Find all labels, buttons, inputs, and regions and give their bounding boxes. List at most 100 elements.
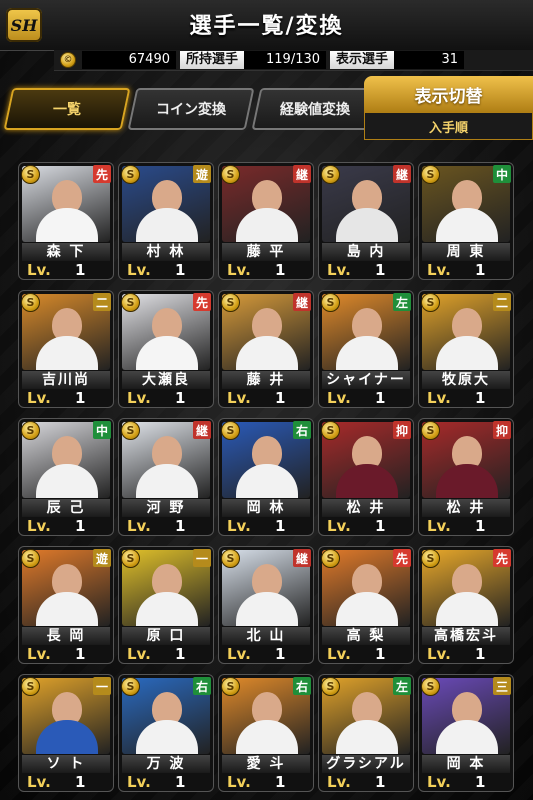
player-uniform: [236, 464, 298, 498]
sort-current: 入手順: [364, 112, 533, 140]
player-level: Lv. 1: [219, 517, 313, 535]
coin-badge-icon: S: [321, 293, 340, 312]
page-title: 選手一覧/変換: [189, 14, 344, 39]
player-level: Lv. 1: [419, 389, 513, 407]
tab-list[interactable]: 一覧: [3, 88, 131, 130]
player-uniform: [36, 592, 98, 626]
position-badge: 抑: [393, 421, 411, 439]
level-value: 1: [275, 517, 286, 535]
player-card[interactable]: S 一原 口 Lv. 1: [118, 546, 214, 664]
position-badge: 三: [493, 677, 511, 695]
player-card[interactable]: S 抑松 井 Lv. 1: [318, 418, 414, 536]
player-card[interactable]: S 先森 下 Lv. 1: [18, 162, 114, 280]
player-uniform: [336, 720, 398, 754]
player-name: 藤 井: [222, 371, 310, 389]
player-name: 松 井: [422, 499, 510, 517]
sort-switch-button[interactable]: 表示切替: [364, 76, 533, 112]
player-card[interactable]: S 先大瀬良 Lv. 1: [118, 290, 214, 408]
position-badge: 継: [293, 165, 311, 183]
tab-coin-convert[interactable]: コイン変換: [127, 88, 255, 130]
position-badge: 一: [93, 677, 111, 695]
level-label: Lv.: [327, 517, 351, 535]
player-card[interactable]: S 中辰 己 Lv. 1: [18, 418, 114, 536]
player-level: Lv. 1: [119, 389, 213, 407]
player-level: Lv. 1: [119, 645, 213, 663]
coin-badge-icon: S: [421, 677, 440, 696]
position-badge: 一: [193, 549, 211, 567]
player-card[interactable]: S 遊長 岡 Lv. 1: [18, 546, 114, 664]
level-value: 1: [275, 645, 286, 663]
player-card[interactable]: S 二吉川尚 Lv. 1: [18, 290, 114, 408]
player-level: Lv. 1: [119, 261, 213, 279]
player-level: Lv. 1: [419, 261, 513, 279]
level-label: Lv.: [127, 261, 151, 279]
player-uniform: [36, 336, 98, 370]
player-card[interactable]: S 継藤 平 Lv. 1: [218, 162, 314, 280]
player-card[interactable]: S 左グラシアル Lv. 1: [318, 674, 414, 792]
player-level: Lv. 1: [19, 389, 113, 407]
player-card[interactable]: S 先高橋宏斗 Lv. 1: [418, 546, 514, 664]
player-level: Lv. 1: [19, 261, 113, 279]
player-card[interactable]: S 右愛 斗 Lv. 1: [218, 674, 314, 792]
player-card[interactable]: S 左シャイナー Lv. 1: [318, 290, 414, 408]
player-card[interactable]: S 継藤 井 Lv. 1: [218, 290, 314, 408]
level-value: 1: [375, 261, 386, 279]
level-value: 1: [75, 261, 86, 279]
position-badge: 抑: [493, 421, 511, 439]
player-level: Lv. 1: [319, 389, 413, 407]
player-uniform: [136, 720, 198, 754]
coin-badge-icon: S: [321, 677, 340, 696]
player-uniform: [436, 208, 498, 242]
player-card[interactable]: S 抑松 井 Lv. 1: [418, 418, 514, 536]
coin-badge-icon: S: [321, 549, 340, 568]
player-card[interactable]: S 継島 内 Lv. 1: [318, 162, 414, 280]
player-name: 島 内: [322, 243, 410, 261]
player-name: 村 林: [122, 243, 210, 261]
player-level: Lv. 1: [119, 517, 213, 535]
player-card[interactable]: S 継河 野 Lv. 1: [118, 418, 214, 536]
player-level: Lv. 1: [219, 261, 313, 279]
player-card[interactable]: S 遊村 林 Lv. 1: [118, 162, 214, 280]
position-badge: 先: [93, 165, 111, 183]
position-badge: 右: [293, 421, 311, 439]
player-uniform: [436, 464, 498, 498]
player-card[interactable]: S 二牧原大 Lv. 1: [418, 290, 514, 408]
player-card[interactable]: S 一ソ ト Lv. 1: [18, 674, 114, 792]
player-card[interactable]: S 三岡 本 Lv. 1: [418, 674, 514, 792]
level-value: 1: [75, 773, 86, 791]
player-name: 北 山: [222, 627, 310, 645]
player-uniform: [236, 336, 298, 370]
level-label: Lv.: [327, 261, 351, 279]
player-uniform: [36, 720, 98, 754]
player-name: 松 井: [322, 499, 410, 517]
player-name: 河 野: [122, 499, 210, 517]
player-uniform: [136, 336, 198, 370]
player-card[interactable]: S 右万 波 Lv. 1: [118, 674, 214, 792]
player-card[interactable]: S 先高 梨 Lv. 1: [318, 546, 414, 664]
player-card[interactable]: S 右岡 林 Lv. 1: [218, 418, 314, 536]
level-label: Lv.: [227, 389, 251, 407]
player-level: Lv. 1: [319, 645, 413, 663]
display-label: 表示選手: [330, 51, 395, 69]
player-card[interactable]: S 中周 東 Lv. 1: [418, 162, 514, 280]
coin-badge-icon: S: [221, 421, 240, 440]
coin-badge-icon: S: [21, 165, 40, 184]
coin-badge-icon: S: [21, 549, 40, 568]
level-value: 1: [375, 645, 386, 663]
level-value: 1: [175, 261, 186, 279]
sort-switch[interactable]: 表示切替 入手順: [364, 76, 533, 140]
level-label: Lv.: [427, 645, 451, 663]
player-card[interactable]: S 継北 山 Lv. 1: [218, 546, 314, 664]
player-name: グラシアル: [322, 755, 410, 773]
player-uniform: [436, 336, 498, 370]
player-name: 藤 平: [222, 243, 310, 261]
coin-badge-icon: S: [421, 421, 440, 440]
player-name: 大瀬良: [122, 371, 210, 389]
tab-exp-convert[interactable]: 経験値変換: [251, 88, 379, 130]
coin-badge-icon: S: [121, 421, 140, 440]
player-level: Lv. 1: [19, 517, 113, 535]
position-badge: 二: [493, 293, 511, 311]
player-uniform: [136, 208, 198, 242]
level-label: Lv.: [127, 517, 151, 535]
level-label: Lv.: [27, 645, 51, 663]
